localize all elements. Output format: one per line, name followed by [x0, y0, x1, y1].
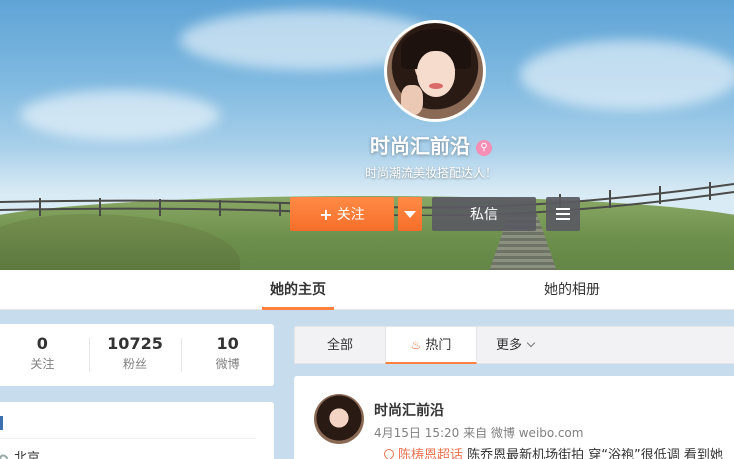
post-text: 陈乔恩最新机场街拍 穿“浴袍”很低调 看到她	[463, 448, 723, 459]
tab-hot-label: 热门	[425, 338, 452, 353]
avatar-image	[387, 23, 483, 119]
follow-label: 关注	[336, 207, 365, 223]
stat-label: 粉丝	[123, 357, 148, 371]
stat-posts[interactable]: 10 微博	[181, 324, 274, 386]
menu-line-icon	[556, 208, 570, 210]
profile-avatar[interactable]	[384, 20, 486, 122]
post-author-avatar[interactable]	[314, 394, 364, 444]
stat-label: 关注	[30, 357, 55, 371]
location-pin-icon	[0, 452, 11, 459]
section-marker	[0, 416, 3, 430]
tab-more[interactable]: 更多	[485, 327, 545, 364]
post-author-name[interactable]: 时尚汇前沿	[374, 400, 444, 420]
post-topic-link[interactable]: 陈梼恩超话	[398, 448, 463, 459]
stat-value: 10	[216, 334, 239, 353]
profile-nickname: 时尚汇前沿	[370, 134, 470, 158]
message-label: 私信	[470, 207, 498, 223]
message-button[interactable]: 私信	[432, 197, 536, 231]
follow-button[interactable]: + 关注	[290, 197, 394, 231]
stat-label: 微博	[215, 357, 240, 371]
chevron-down-icon	[526, 338, 536, 348]
avatar-hand	[401, 85, 423, 115]
location-text: 北京	[14, 451, 41, 459]
feed-post: 时尚汇前沿 4月15日 15:20 来自 微博 weibo.com 陈梼恩超话 …	[294, 376, 734, 459]
profile-name-row: 时尚汇前沿 ⚲	[0, 130, 734, 159]
divider	[0, 438, 256, 439]
menu-line-icon	[556, 213, 570, 215]
stat-value: 0	[36, 334, 48, 353]
profile-intro: 时尚潮流美妆搭配达人！	[364, 166, 497, 180]
plus-icon: +	[319, 204, 333, 224]
avatar-face	[417, 51, 455, 97]
profile-intro-row: 时尚潮流美妆搭配达人！	[0, 164, 734, 181]
tab-more-label: 更多	[495, 338, 522, 353]
more-menu-button[interactable]	[546, 197, 580, 231]
post-text-row: 陈梼恩超话 陈乔恩最新机场街拍 穿“浴袍”很低调 看到她	[381, 444, 723, 459]
feed-filter-tabs: 全部 ♨ 热门 更多	[294, 326, 734, 364]
stat-following[interactable]: 0 关注	[0, 324, 89, 386]
post-meta: 4月15日 15:20 来自 微博 weibo.com	[374, 426, 584, 440]
verified-badge-icon[interactable]: ⚲	[476, 139, 492, 156]
info-card: 北京	[0, 402, 274, 459]
follow-dropdown-button[interactable]	[398, 197, 422, 231]
tab-hot[interactable]: ♨ 热门	[385, 327, 477, 364]
caret-down-icon	[404, 210, 416, 218]
avatar-lip	[429, 83, 443, 89]
location-row: 北京	[0, 447, 40, 459]
tab-album[interactable]: 她的相册	[536, 270, 608, 310]
menu-line-icon	[556, 218, 570, 220]
stat-followers[interactable]: 10725 粉丝	[88, 324, 182, 386]
tab-all[interactable]: 全部	[295, 327, 385, 364]
tab-home[interactable]: 她的主页	[262, 270, 334, 310]
stats-card: 0 关注 10725 粉丝 10 微博	[0, 324, 274, 386]
stat-value: 10725	[107, 334, 163, 353]
flame-icon: ♨	[410, 338, 422, 352]
topic-icon	[381, 446, 397, 459]
cover-cloud	[520, 40, 734, 110]
profile-tab-bar: 她的主页 她的相册	[0, 270, 734, 310]
